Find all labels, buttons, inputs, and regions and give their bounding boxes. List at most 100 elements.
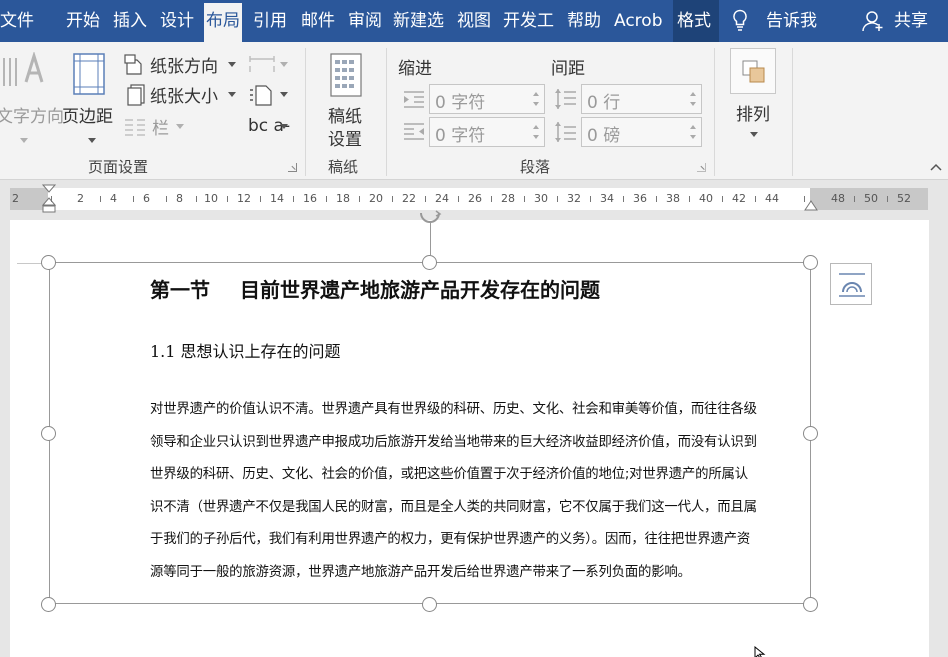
margins-button[interactable]: 页边距	[60, 50, 120, 143]
text-direction-button[interactable]: 文字方向	[0, 50, 64, 143]
ruler-text-area	[48, 188, 810, 210]
indent-right-input[interactable]: 0 字符	[429, 117, 545, 147]
collapse-ribbon-icon[interactable]	[930, 162, 942, 172]
draft-paper-icon	[330, 53, 362, 97]
ruler-tick	[132, 196, 134, 202]
ruler-number: 10	[204, 192, 218, 205]
orientation-button[interactable]: 纸张方向	[124, 52, 240, 78]
share-label: 共享	[894, 11, 928, 31]
tab-mailings[interactable]: 邮件	[301, 0, 335, 42]
tab-file[interactable]: 文件	[0, 0, 34, 42]
tab-format[interactable]: 格式	[673, 0, 719, 42]
ruler-number: 52	[897, 192, 911, 205]
spacing-after-input[interactable]: 0 磅	[581, 117, 702, 147]
breaks-button[interactable]	[248, 54, 290, 76]
spin-up-icon[interactable]	[690, 125, 696, 129]
ruler-tick	[457, 196, 459, 202]
paragraph-launcher-icon[interactable]	[697, 163, 706, 172]
spacing-before-value: 0 行	[587, 93, 621, 113]
paragraph-line: 于我们的子孙后代，我们有利用世界遗产的权力，更有保护世界遗产的义务）。因而，往往…	[150, 532, 751, 547]
arrange-button[interactable]: 排列	[726, 48, 780, 148]
resize-handle-bottom[interactable]	[422, 597, 437, 612]
mouse-pointer-icon	[754, 646, 766, 657]
tab-acrobat[interactable]: Acrob	[614, 0, 672, 42]
resize-handle-top[interactable]	[422, 255, 437, 270]
ruler-number: 6	[143, 192, 150, 205]
resize-handle-left[interactable]	[41, 426, 56, 441]
ruler-number: 30	[534, 192, 548, 205]
tab-insert[interactable]: 插入	[113, 0, 147, 42]
spacing-after-icon	[555, 122, 576, 142]
resize-handle-bottom-right[interactable]	[803, 597, 818, 612]
ruler-tick	[259, 196, 261, 202]
spin-down-icon[interactable]	[690, 102, 696, 106]
ruler-number: 2	[12, 192, 19, 205]
resize-handle-top-right[interactable]	[803, 255, 818, 270]
line-numbers-button[interactable]	[248, 84, 290, 106]
tab-help[interactable]: 帮助	[567, 0, 601, 42]
first-line-indent-marker-icon[interactable]	[42, 184, 56, 214]
horizontal-ruler[interactable]: 2 2 4 6 8 10 12 14 16 18 20 22 24 26 28 30 32 34 36 38 40 42 4…	[0, 184, 948, 214]
ruler-number: 4	[110, 192, 117, 205]
tab-design[interactable]: 设计	[160, 0, 194, 42]
ruler-tick	[886, 196, 888, 202]
draft-paper-setup-button[interactable]: 稿纸 设置	[318, 50, 376, 150]
spin-up-icon[interactable]	[533, 125, 539, 129]
tab-layout[interactable]: 布局	[204, 3, 242, 42]
chevron-down-icon	[280, 92, 288, 97]
ruler-tick	[391, 196, 393, 202]
spin-up-icon[interactable]	[690, 92, 696, 96]
spin-up-icon[interactable]	[533, 92, 539, 96]
tab-view[interactable]: 视图	[457, 0, 491, 42]
spin-down-icon[interactable]	[690, 135, 696, 139]
chevron-down-icon	[88, 138, 96, 143]
group-separator	[792, 48, 793, 176]
text-direction-icon	[3, 52, 44, 86]
ribbon: 文字方向 页边距 纸张方向 纸张大小 栏 bc a- 页面设置 稿纸 设置 稿纸…	[0, 42, 948, 180]
ruler-number: 14	[270, 192, 284, 205]
tab-references[interactable]: 引用	[253, 0, 287, 42]
ruler-tick	[292, 196, 294, 202]
group-separator	[305, 48, 306, 176]
margins-label: 页边距	[62, 107, 113, 127]
group-label-paragraph: 段落	[520, 158, 551, 176]
columns-button[interactable]: 栏	[124, 114, 194, 139]
resize-handle-right[interactable]	[803, 426, 818, 441]
section-number: 第一节	[150, 278, 210, 302]
chevron-down-icon	[228, 92, 236, 97]
resize-handle-top-left[interactable]	[41, 255, 56, 270]
hyphenation-button[interactable]: bc a-	[248, 114, 290, 140]
ruler-number: 22	[402, 192, 416, 205]
tab-new-group[interactable]: 新建选	[393, 0, 444, 42]
resize-handle-bottom-left[interactable]	[41, 597, 56, 612]
rotate-handle-line	[430, 222, 431, 255]
page-setup-launcher-icon[interactable]	[288, 163, 297, 172]
tab-review[interactable]: 审阅	[348, 0, 382, 42]
ruler-number: 8	[176, 192, 183, 205]
section-title: 目前世界遗产地旅游产品开发存在的问题	[240, 278, 600, 302]
ruler-number: 26	[468, 192, 482, 205]
ruler-number: 24	[435, 192, 449, 205]
right-indent-marker-icon[interactable]	[804, 196, 818, 212]
chevron-down-icon	[176, 124, 184, 129]
indent-right-value: 0 字符	[435, 126, 486, 146]
spacing-before-input[interactable]: 0 行	[581, 84, 702, 114]
ruler-tick	[804, 196, 805, 202]
spacing-before-icon	[555, 89, 576, 109]
ruler-tick	[226, 196, 228, 202]
ruler-number: 2	[77, 192, 84, 205]
tab-developer[interactable]: 开发工	[503, 0, 554, 42]
spin-down-icon[interactable]	[533, 135, 539, 139]
layout-options-button[interactable]	[830, 263, 872, 305]
chevron-down-icon	[280, 62, 288, 67]
line-numbers-icon	[250, 85, 272, 106]
paper-size-button[interactable]: 纸张大小	[124, 82, 240, 108]
tab-home[interactable]: 开始	[66, 0, 100, 42]
spin-down-icon[interactable]	[533, 102, 539, 106]
ruler-number: 34	[600, 192, 614, 205]
indent-left-input[interactable]: 0 字符	[429, 84, 545, 114]
ruler-number: 16	[303, 192, 317, 205]
group-label-draft: 稿纸	[328, 158, 359, 176]
paragraph-line: 领导和企业只认识到世界遗产申报成功后旅游开发给当地带来的巨大经济收益即经济价值，…	[150, 435, 757, 450]
ruler-tick	[196, 196, 197, 202]
